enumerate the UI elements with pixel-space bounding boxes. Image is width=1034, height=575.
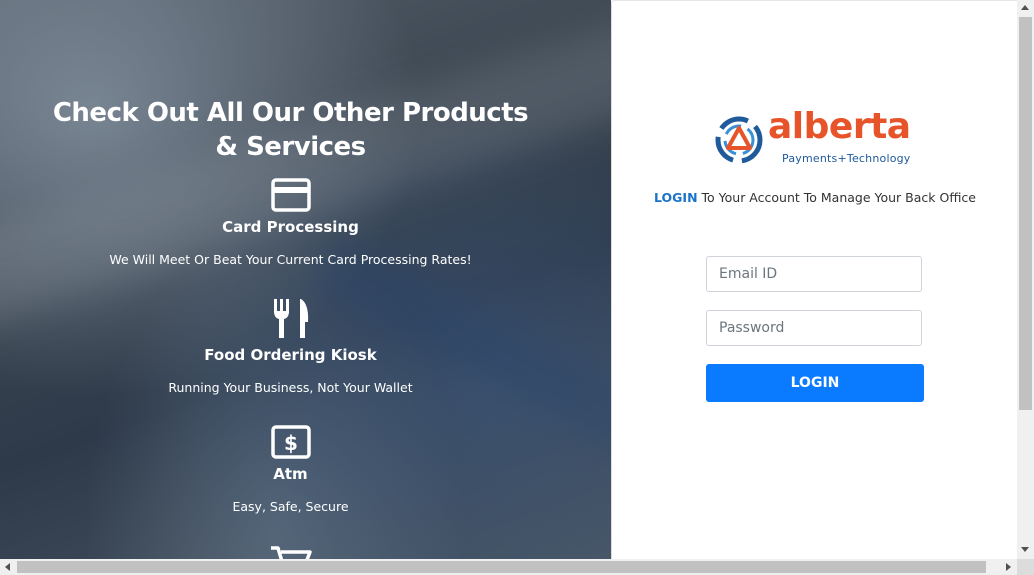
service-shopping xyxy=(0,545,581,559)
horizontal-scroll-thumb[interactable] xyxy=(17,561,986,573)
login-panel: alberta Payments+Technology LOGIN To You… xyxy=(611,0,1018,560)
svg-text:$: $ xyxy=(284,431,298,455)
scroll-down-arrow-icon[interactable] xyxy=(1021,547,1029,552)
alberta-logo-icon xyxy=(715,116,763,164)
scroll-right-arrow-icon[interactable] xyxy=(1006,563,1011,571)
password-field[interactable] xyxy=(706,310,922,346)
horizontal-scrollbar[interactable] xyxy=(0,559,1017,575)
scrollbar-corner xyxy=(1017,559,1034,575)
service-food-ordering-kiosk: Food Ordering Kiosk Running Your Busines… xyxy=(0,298,581,395)
brand-logo: alberta Payments+Technology xyxy=(713,106,923,170)
scroll-left-arrow-icon[interactable] xyxy=(5,563,10,571)
logo-subtitle: Payments+Technology xyxy=(782,152,911,165)
service-name: Card Processing xyxy=(222,218,359,236)
scroll-up-arrow-icon[interactable] xyxy=(1021,5,1029,10)
promo-content: Check Out All Our Other Products & Servi… xyxy=(0,0,581,559)
vertical-scrollbar[interactable] xyxy=(1017,0,1034,559)
promo-panel: Check Out All Our Other Products & Servi… xyxy=(0,0,611,559)
login-button[interactable]: LOGIN xyxy=(706,364,924,402)
promo-title: Check Out All Our Other Products & Servi… xyxy=(52,98,529,162)
credit-card-icon xyxy=(270,178,311,212)
shopping-cart-icon xyxy=(270,546,312,559)
tagline-text: To Your Account To Manage Your Back Offi… xyxy=(697,190,976,205)
service-description: We Will Meet Or Beat Your Current Card P… xyxy=(109,252,472,267)
service-description: Easy, Safe, Secure xyxy=(232,499,349,514)
logo-wordmark: alberta xyxy=(768,106,911,147)
money-bill-icon: $ xyxy=(270,425,311,459)
login-tagline: LOGIN To Your Account To Manage Your Bac… xyxy=(612,190,1018,205)
service-description: Running Your Business, Not Your Wallet xyxy=(168,380,413,395)
email-field[interactable] xyxy=(706,256,922,292)
service-name: Atm xyxy=(273,465,308,483)
service-name: Food Ordering Kiosk xyxy=(204,346,377,364)
service-card-processing: Card Processing We Will Meet Or Beat You… xyxy=(0,178,581,267)
vertical-scroll-thumb[interactable] xyxy=(1019,17,1032,410)
service-atm: $ Atm Easy, Safe, Secure xyxy=(0,425,581,514)
tagline-highlight: LOGIN xyxy=(654,190,698,205)
fork-knife-icon xyxy=(273,299,308,338)
